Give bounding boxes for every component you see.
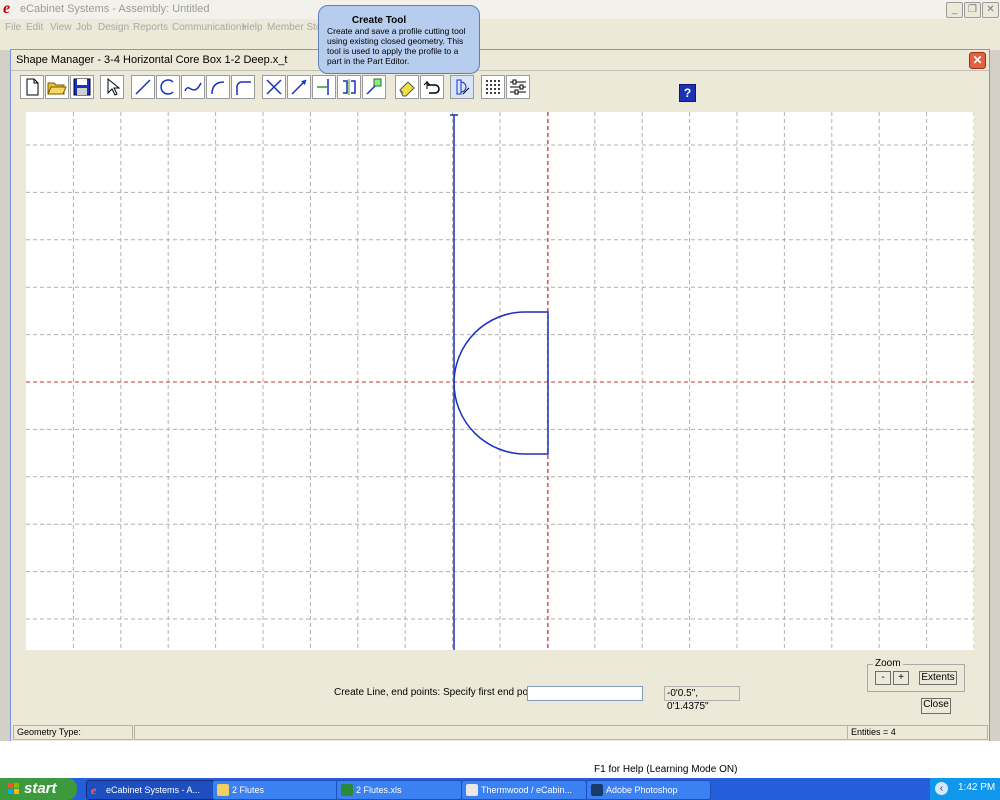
dialog-close-button[interactable]: ✕ xyxy=(969,52,986,69)
entities-count: Entities = 4 xyxy=(847,725,988,740)
curve-icon[interactable] xyxy=(181,75,205,99)
taskbar-item-photoshop[interactable]: Adobe Photoshop xyxy=(586,780,711,800)
excel-icon xyxy=(341,784,353,796)
create-tool-tooltip: Create Tool Create and save a profile cu… xyxy=(318,5,480,74)
taskbar-item-thermwood[interactable]: Thermwood / eCabin... xyxy=(461,780,587,800)
start-label: start xyxy=(24,780,57,797)
profile-shape xyxy=(453,311,549,455)
dialog-title-bar: Shape Manager - 3-4 Horizontal Core Box … xyxy=(11,50,989,71)
app-title: eCabinet Systems - Assembly: Untitled xyxy=(20,3,210,15)
extend-line-icon[interactable] xyxy=(287,75,311,99)
zoom-out-button[interactable]: - xyxy=(875,671,891,685)
coordinate-readout: -0'0.5", 0'1.4375" xyxy=(664,686,740,712)
new-file-icon[interactable] xyxy=(20,75,44,99)
menu-edit[interactable]: Edit xyxy=(26,22,43,33)
app-close-button[interactable]: ✕ xyxy=(982,2,999,18)
delete-x-icon[interactable] xyxy=(262,75,286,99)
menu-reports[interactable]: Reports xyxy=(133,22,168,33)
clock: 1:42 PM xyxy=(958,782,996,793)
menu-file[interactable]: File xyxy=(5,22,21,33)
status-message xyxy=(134,725,849,740)
menu-communications[interactable]: Communications xyxy=(172,22,246,33)
tray-expand-icon[interactable]: ‹ xyxy=(935,782,948,795)
trim-icon[interactable] xyxy=(312,75,336,99)
canvas-drawing xyxy=(26,112,975,650)
move-icon[interactable] xyxy=(362,75,386,99)
menu-help[interactable]: Help xyxy=(242,22,263,33)
line-icon[interactable] xyxy=(131,75,155,99)
shape-manager-dialog: Shape Manager - 3-4 Horizontal Core Box … xyxy=(10,49,990,743)
zoom-label: Zoom xyxy=(873,658,903,669)
minimize-button[interactable]: _ xyxy=(946,2,963,18)
app-menu-bar: File Edit View Job Design Reports Commun… xyxy=(0,19,1000,36)
taskbar-item-2-flutes-xls[interactable]: 2 Flutes.xls xyxy=(336,780,462,800)
photoshop-icon xyxy=(591,784,603,796)
help-button[interactable]: ? xyxy=(679,84,696,102)
eraser-icon[interactable] xyxy=(395,75,419,99)
create-tool-icon[interactable] xyxy=(450,75,474,99)
taskbar-item-ecabinet[interactable]: e eCabinet Systems - A... xyxy=(86,780,222,800)
start-button[interactable]: start xyxy=(0,778,77,800)
help-status: F1 for Help (Learning Mode ON) xyxy=(594,764,738,775)
undo-icon[interactable] xyxy=(420,75,444,99)
zoom-in-button[interactable]: + xyxy=(893,671,909,685)
menu-view[interactable]: View xyxy=(50,22,72,33)
fillet-icon[interactable] xyxy=(231,75,255,99)
app-toolbar xyxy=(0,36,1000,50)
ecabinet-icon: e xyxy=(91,783,97,797)
close-button[interactable]: Close xyxy=(921,698,951,714)
menu-job[interactable]: Job xyxy=(76,22,92,33)
zoom-extents-button[interactable]: Extents xyxy=(919,671,957,685)
dialog-title: Shape Manager - 3-4 Horizontal Core Box … xyxy=(16,54,288,66)
drawing-canvas[interactable] xyxy=(26,112,975,650)
arc-icon[interactable] xyxy=(156,75,180,99)
browser-icon xyxy=(466,784,478,796)
menu-design[interactable]: Design xyxy=(98,22,129,33)
folder-icon xyxy=(217,784,229,796)
spreadsheet-background xyxy=(0,741,1000,778)
select-arrow-icon[interactable] xyxy=(100,75,124,99)
ecabinet-logo-icon: e xyxy=(3,0,11,17)
app-title-bar: e eCabinet Systems - Assembly: Untitled … xyxy=(0,0,1000,20)
restore-button[interactable]: ❐ xyxy=(964,2,981,18)
tooltip-title: Create Tool xyxy=(351,15,407,26)
grid-icon[interactable] xyxy=(481,75,505,99)
offset-icon[interactable] xyxy=(337,75,361,99)
open-folder-icon[interactable] xyxy=(45,75,69,99)
taskbar-item-2-flutes[interactable]: 2 Flutes xyxy=(212,780,338,800)
windows-flag-icon xyxy=(8,783,19,794)
tooltip-body: Create and save a profile cutting tool u… xyxy=(327,26,466,66)
grid-lines xyxy=(26,112,975,650)
corner-arc-icon[interactable] xyxy=(206,75,230,99)
settings-icon[interactable] xyxy=(506,75,530,99)
save-icon[interactable] xyxy=(70,75,94,99)
command-input[interactable] xyxy=(527,686,643,701)
geometry-type-status: Geometry Type: xyxy=(13,725,133,740)
